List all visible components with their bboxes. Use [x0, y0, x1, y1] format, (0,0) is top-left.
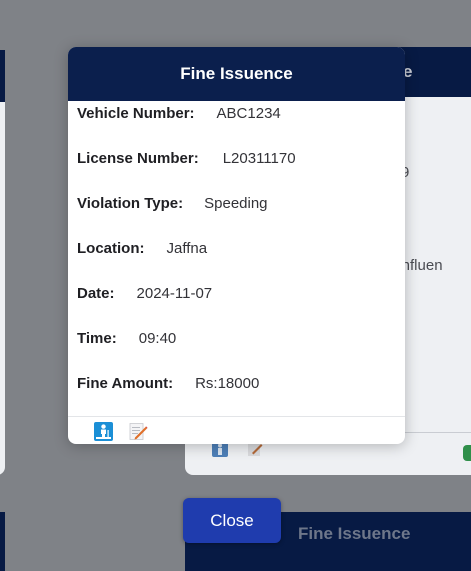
field-value: L20311170 [222, 150, 296, 167]
page: e 9 er Influen Fine Issuence Fine Issuen… [0, 0, 471, 571]
field-label: Violation Type: [77, 195, 184, 212]
modal-header: Fine Issuence [68, 47, 405, 101]
background-card-left [0, 50, 5, 475]
close-button[interactable]: Close [183, 498, 281, 543]
field-value: 09:40 [138, 330, 177, 347]
field-value: Rs:18000 [195, 375, 260, 392]
modal-title: Fine Issuence [180, 64, 293, 83]
field-label: Location: [77, 240, 145, 257]
field-value: Speeding [204, 195, 268, 212]
field-value: ABC1234 [216, 105, 281, 122]
fine-issuence-modal: Fine Issuence Vehicle Number: ABC1234 Li… [68, 47, 405, 444]
field-fine-amount: Fine Amount: Rs:18000 [77, 375, 259, 392]
background-card-header [0, 50, 5, 102]
field-value: Jaffna [166, 240, 208, 257]
background-status-pill [463, 445, 471, 461]
field-license-number: License Number: L20311170 [77, 150, 296, 167]
field-label: License Number: [77, 150, 199, 167]
field-label: Date: [77, 285, 115, 302]
modal-footer [68, 416, 405, 444]
field-label: Fine Amount: [77, 375, 174, 392]
person-icon[interactable] [94, 422, 113, 441]
modal-body: Vehicle Number: ABC1234 License Number: … [68, 101, 405, 416]
field-label: Vehicle Number: [77, 105, 195, 122]
field-violation-type: Violation Type: Speeding [77, 195, 268, 212]
field-time: Time: 09:40 [77, 330, 176, 347]
background-card-bottom-title: Fine Issuence [298, 524, 411, 543]
background-card-left-bottom [0, 512, 5, 571]
field-vehicle-number: Vehicle Number: ABC1234 [77, 105, 281, 122]
background-card-header [0, 512, 5, 571]
field-value: 2024-11-07 [136, 285, 213, 302]
field-date: Date: 2024-11-07 [77, 285, 212, 302]
edit-icon[interactable] [129, 422, 148, 441]
field-label: Time: [77, 330, 117, 347]
field-location: Location: Jaffna [77, 240, 207, 257]
